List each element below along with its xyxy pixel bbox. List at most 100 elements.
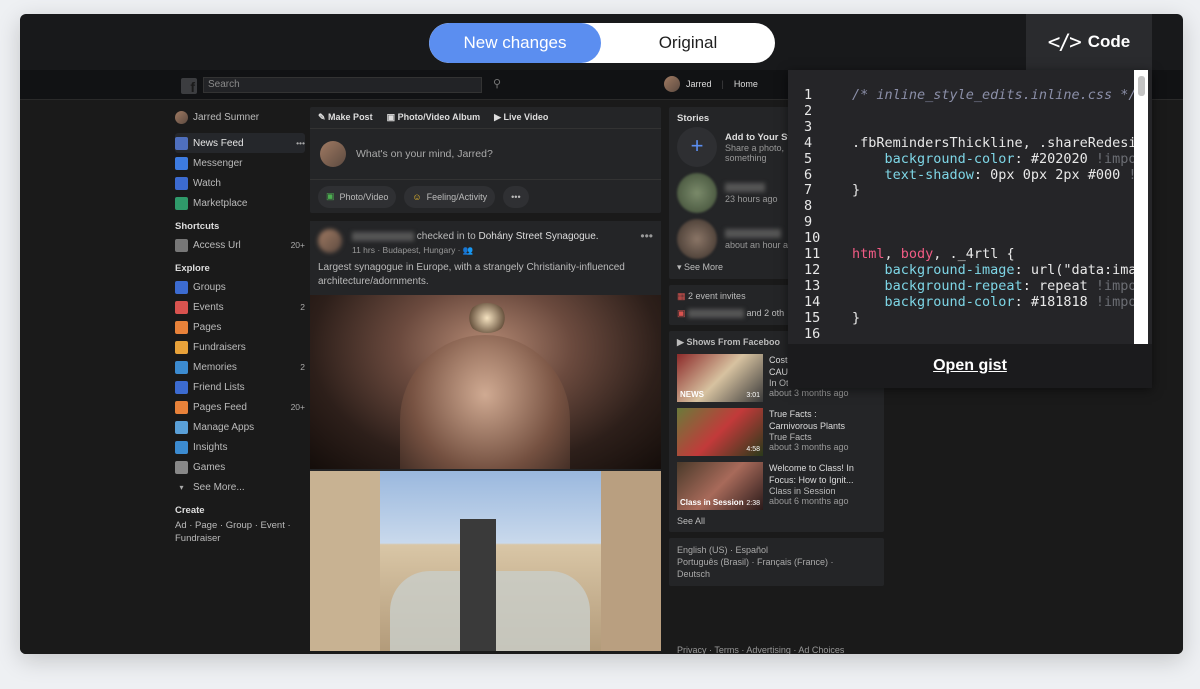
- explore-heading: Explore: [175, 263, 210, 274]
- composer-input[interactable]: What's on your mind, Jarred?: [356, 148, 493, 160]
- sidebar-icon: [175, 300, 188, 314]
- tab-original[interactable]: Original: [601, 23, 775, 63]
- sidebar-item-label: Pages Feed: [193, 401, 247, 413]
- friends-icon: 👥: [462, 245, 474, 255]
- tab-make-post[interactable]: ✎ Make Post: [318, 112, 373, 123]
- code-panel: 1 2 3 4 5 6 7 8 9 10 11 12 13 14 15 16 /…: [788, 70, 1152, 388]
- story-thumb: [677, 173, 717, 213]
- count-badge: 2: [300, 362, 305, 372]
- line-numbers: 1 2 3 4 5 6 7 8 9 10 11 12 13 14 15 16: [804, 87, 821, 342]
- footer-links[interactable]: Privacy · Terms · Advertising · Ad Choic…: [677, 645, 844, 654]
- sidebar-icon: [175, 156, 188, 170]
- sidebar-item-messenger[interactable]: Messenger: [175, 153, 305, 173]
- gist-bar: Open gist: [788, 344, 1152, 388]
- sidebar-item-label: Insights: [193, 441, 228, 453]
- sidebar-item-insights[interactable]: Insights: [175, 437, 305, 457]
- post-author-line: checked in to Dohány Street Synagogue.: [352, 231, 599, 242]
- language-panel: English (US) · Español Português (Brasil…: [669, 538, 884, 586]
- feeling-activity-button[interactable]: ☺ Feeling/Activity: [404, 185, 496, 208]
- sidebar-item-access-url[interactable]: Access Url 20+: [175, 235, 305, 255]
- count-badge: 20+: [290, 402, 305, 412]
- left-nav: Jarred Sumner News Feed ••• Messenger Watch…: [175, 107, 305, 545]
- calendar-icon: ▦: [677, 291, 686, 301]
- profile-link[interactable]: Jarred Sumner: [175, 107, 305, 127]
- smiley-icon: ☺: [412, 191, 422, 202]
- post-text: Largest synagogue in Europe, with a stra…: [318, 262, 625, 287]
- chevron-down-icon: ▾: [179, 482, 184, 492]
- top-user[interactable]: Jarred | Home: [664, 76, 758, 92]
- open-gist-link[interactable]: Open gist: [933, 357, 1007, 374]
- app-frame: New changes Original </> Code f Search ⚲…: [20, 14, 1183, 654]
- create-heading: Create: [175, 505, 205, 516]
- create-links-2[interactable]: Fundraiser: [175, 532, 305, 545]
- photo-video-button[interactable]: ▣ Photo/Video: [318, 185, 397, 208]
- sidebar-item-games[interactable]: Games: [175, 457, 305, 477]
- post-photo-exterior[interactable]: [310, 471, 661, 651]
- sidebar-item-pages-feed[interactable]: Pages Feed 20+: [175, 397, 305, 417]
- sidebar-item-news-feed[interactable]: News Feed •••: [175, 133, 305, 153]
- sidebar-icon: [175, 340, 188, 354]
- sidebar-item-friend-lists[interactable]: Friend Lists: [175, 377, 305, 397]
- play-icon: ▶: [677, 337, 684, 347]
- count-badge: 20+: [290, 240, 305, 250]
- video-thumbnail: Class in Session 2:38: [677, 462, 763, 510]
- code-button-label: Code: [1087, 32, 1131, 51]
- more-options-button[interactable]: •••: [503, 185, 529, 208]
- post-photo-interior[interactable]: [310, 295, 661, 469]
- search-input[interactable]: Search: [203, 77, 482, 93]
- scrollbar-thumb[interactable]: [1138, 76, 1145, 96]
- avatar: [320, 141, 346, 167]
- sidebar-item-label: Events: [193, 301, 224, 313]
- sidebar-item-groups[interactable]: Groups: [175, 277, 305, 297]
- facebook-logo-icon[interactable]: f: [181, 78, 197, 95]
- more-icon[interactable]: •••: [640, 229, 653, 243]
- sidebar-item-label: Manage Apps: [193, 421, 255, 433]
- scrollbar-track[interactable]: [1134, 70, 1148, 344]
- story-thumb: [677, 219, 717, 259]
- top-user-name: Jarred: [686, 79, 712, 89]
- tab-live-video[interactable]: ▶ Live Video: [494, 112, 548, 123]
- show-item[interactable]: 4:58 True Facts : Carnivorous Plants True F…: [677, 408, 876, 456]
- sidebar-icon: [175, 280, 188, 294]
- sidebar-item-label: Games: [193, 461, 226, 473]
- see-all-link[interactable]: See All: [677, 516, 876, 526]
- sidebar-item-label: Groups: [193, 281, 226, 293]
- tab-photo-album[interactable]: ▣ Photo/Video Album: [387, 112, 481, 123]
- sidebar-icon: [175, 460, 188, 474]
- sidebar-item-watch[interactable]: Watch: [175, 173, 305, 193]
- sidebar-item-memories[interactable]: Memories 2: [175, 357, 305, 377]
- search-icon[interactable]: ⚲: [493, 77, 501, 90]
- sidebar-item-fundraisers[interactable]: Fundraisers: [175, 337, 305, 357]
- main-feed: ✎ Make Post ▣ Photo/Video Album ▶ Live V…: [310, 107, 661, 651]
- feed-post: checked in to Dohány Street Synagogue. 1…: [310, 221, 661, 651]
- sidebar-item-label: Memories: [193, 361, 237, 373]
- tab-new-changes[interactable]: New changes: [429, 23, 601, 63]
- view-toggle[interactable]: New changes Original: [429, 23, 775, 63]
- home-link[interactable]: Home: [734, 79, 758, 89]
- sidebar-item-label: Access Url: [193, 239, 241, 251]
- sidebar-icon: [175, 380, 188, 394]
- code-editor[interactable]: 1 2 3 4 5 6 7 8 9 10 11 12 13 14 15 16 /…: [788, 70, 1152, 344]
- blurred-name: [352, 231, 414, 241]
- language-links[interactable]: English (US) · Español: [677, 544, 876, 556]
- show-item[interactable]: Class in Session 2:38 Welcome to Class! In…: [677, 462, 876, 510]
- sidebar-icon: [175, 176, 188, 190]
- sidebar-icon: [175, 360, 188, 374]
- avatar: [318, 229, 342, 253]
- sidebar-item-pages[interactable]: Pages: [175, 317, 305, 337]
- code-button[interactable]: </> Code: [1026, 14, 1152, 70]
- see-more-link[interactable]: ▾ See More...: [175, 477, 305, 497]
- place-link[interactable]: Dohány Street Synagogue.: [479, 231, 599, 242]
- sidebar-item-manage-apps[interactable]: Manage Apps: [175, 417, 305, 437]
- sidebar-item-events[interactable]: Events 2: [175, 297, 305, 317]
- sidebar-item-label: Pages: [193, 321, 222, 333]
- sidebar-icon: [175, 400, 188, 414]
- composer: ✎ Make Post ▣ Photo/Video Album ▶ Live V…: [310, 107, 661, 213]
- video-thumbnail: 4:58: [677, 408, 763, 456]
- shortcuts-heading: Shortcuts: [175, 221, 220, 232]
- create-links[interactable]: Ad · Page · Group · Event ·: [175, 519, 305, 532]
- sidebar-item-marketplace[interactable]: Marketplace: [175, 193, 305, 213]
- sidebar-item-label: Friend Lists: [193, 381, 245, 393]
- sidebar-icon: [175, 238, 188, 252]
- avatar: [664, 76, 680, 92]
